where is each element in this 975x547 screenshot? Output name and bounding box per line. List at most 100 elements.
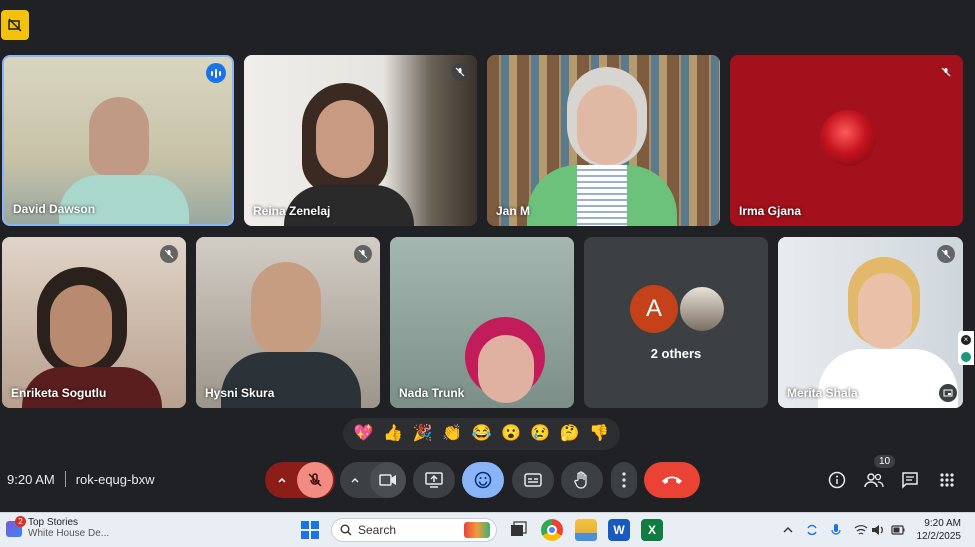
chat-icon	[902, 472, 918, 489]
participant-tile[interactable]: Irma Gjana	[730, 55, 963, 226]
hidden-video-indicator[interactable]	[1, 10, 29, 40]
more-vert-icon	[622, 472, 626, 488]
news-widget[interactable]: 2 Top Stories White House De...	[6, 516, 109, 539]
person-face	[50, 285, 112, 367]
reaction-thumbs-down[interactable]: 👎	[589, 426, 609, 442]
reaction-sad[interactable]: 😢	[530, 426, 550, 442]
file-explorer-taskbar-button[interactable]	[575, 519, 597, 541]
sync-tray-button[interactable]	[805, 523, 819, 537]
close-icon[interactable]: ×	[961, 334, 971, 345]
windows-logo-icon	[301, 531, 309, 539]
wifi-icon	[854, 525, 868, 535]
windows-logo-icon	[311, 531, 319, 539]
excel-taskbar-button[interactable]: X	[641, 519, 663, 541]
windows-taskbar: 2 Top Stories White House De... Search W…	[0, 512, 975, 547]
participant-name: Jan M	[496, 204, 531, 218]
camera-options-button[interactable]	[340, 475, 370, 485]
chevron-up-icon	[351, 477, 359, 483]
participant-tile[interactable]: David Dawson	[2, 55, 234, 226]
reactions-bar: 💖 👍 🎉 👏 😂 😮 😢 🤔 👎	[343, 418, 620, 450]
participant-tile[interactable]: Nada Trunk	[390, 237, 574, 408]
clock-time: 9:20 AM	[924, 518, 961, 529]
speaking-indicator-icon	[206, 63, 226, 83]
participant-name: Irma Gjana	[739, 204, 802, 218]
task-view-button[interactable]	[507, 519, 529, 541]
camera-toggle-button[interactable]	[370, 462, 406, 498]
participant-tile[interactable]: Jan M	[487, 55, 720, 226]
chrome-taskbar-button[interactable]	[541, 519, 563, 541]
person-inner-shirt	[577, 165, 627, 226]
mic-tray-button[interactable]	[829, 523, 843, 537]
show-hidden-icons-button[interactable]	[781, 523, 795, 537]
apps-grid-icon	[940, 473, 954, 487]
meeting-code[interactable]: rok-equg-bxw	[76, 472, 155, 487]
people-button[interactable]	[862, 468, 886, 492]
reaction-heart[interactable]: 💖	[354, 426, 374, 442]
participant-tile[interactable]: Enriketa Sogutlu	[2, 237, 186, 408]
windows-logo-icon	[301, 521, 309, 529]
participant-name: Reina Zenelaj	[253, 204, 331, 218]
start-button[interactable]	[301, 521, 319, 539]
chat-button[interactable]	[898, 468, 922, 492]
present-screen-button[interactable]	[413, 462, 455, 498]
microphone-icon	[831, 524, 841, 535]
activities-button[interactable]	[935, 468, 959, 492]
present-screen-icon	[425, 472, 443, 488]
participant-tile[interactable]: Merita Shala	[778, 237, 963, 408]
mic-options-button[interactable]	[267, 475, 297, 485]
word-taskbar-button[interactable]: W	[608, 519, 630, 541]
emoji-reactions-button[interactable]	[462, 462, 504, 498]
side-widget[interactable]: ×	[958, 331, 974, 365]
captions-button[interactable]	[512, 462, 554, 498]
excel-icon: X	[647, 523, 656, 537]
meeting-info: 9:20 AM rok-equg-bxw	[7, 471, 154, 487]
raise-hand-icon	[574, 471, 587, 489]
person-silhouette	[251, 262, 321, 357]
raise-hand-button[interactable]	[561, 462, 603, 498]
extension-icon[interactable]	[961, 351, 971, 362]
task-view-icon	[511, 521, 527, 536]
sync-icon	[807, 524, 817, 536]
avatar-letter: A	[645, 295, 662, 322]
reaction-thumbs-up[interactable]: 👍	[383, 426, 403, 442]
wifi-tray-button[interactable]	[854, 523, 868, 537]
speaker-icon	[872, 525, 883, 535]
participant-tile[interactable]: Reina Zenelaj	[244, 55, 477, 226]
participant-tile[interactable]: Hysni Skura	[196, 237, 380, 408]
system-clock[interactable]: 9:20 AM 12/2/2025	[917, 517, 962, 543]
info-icon	[828, 471, 846, 489]
reaction-surprised[interactable]: 😮	[501, 426, 521, 442]
taskbar-search[interactable]: Search	[331, 518, 497, 542]
volume-tray-button[interactable]	[871, 523, 885, 537]
reaction-clap[interactable]: 👏	[442, 426, 462, 442]
mic-toggle-button[interactable]	[297, 462, 333, 498]
battery-icon	[891, 525, 905, 535]
windows-logo-icon	[311, 521, 319, 529]
person-face	[858, 273, 912, 349]
people-icon	[864, 473, 884, 488]
battery-tray-button[interactable]	[891, 523, 905, 537]
meet-app: David Dawson Reina Zenelaj Jan M Irma Gj…	[0, 0, 975, 512]
profile-image	[820, 110, 876, 166]
others-tile[interactable]: A 2 others	[584, 237, 768, 408]
reaction-thinking[interactable]: 🤔	[560, 426, 580, 442]
meeting-details-button[interactable]	[825, 468, 849, 492]
participant-name: Merita Shala	[787, 386, 858, 400]
chrome-icon	[547, 525, 557, 535]
captions-icon	[524, 473, 542, 487]
screen-off-icon	[8, 18, 22, 32]
more-options-button[interactable]	[611, 462, 637, 498]
mic-controls	[265, 462, 335, 498]
person-silhouette	[89, 97, 149, 177]
pip-icon[interactable]	[939, 384, 957, 402]
person-face	[478, 335, 534, 403]
news-badge: 2	[15, 516, 26, 527]
reaction-laugh[interactable]: 😂	[472, 426, 492, 442]
person-face	[577, 85, 637, 165]
muted-icon	[937, 63, 955, 81]
search-icon	[340, 524, 352, 536]
mic-off-icon	[308, 473, 322, 487]
end-call-button[interactable]	[644, 462, 700, 498]
reaction-party[interactable]: 🎉	[413, 426, 433, 442]
others-label: 2 others	[650, 346, 702, 361]
